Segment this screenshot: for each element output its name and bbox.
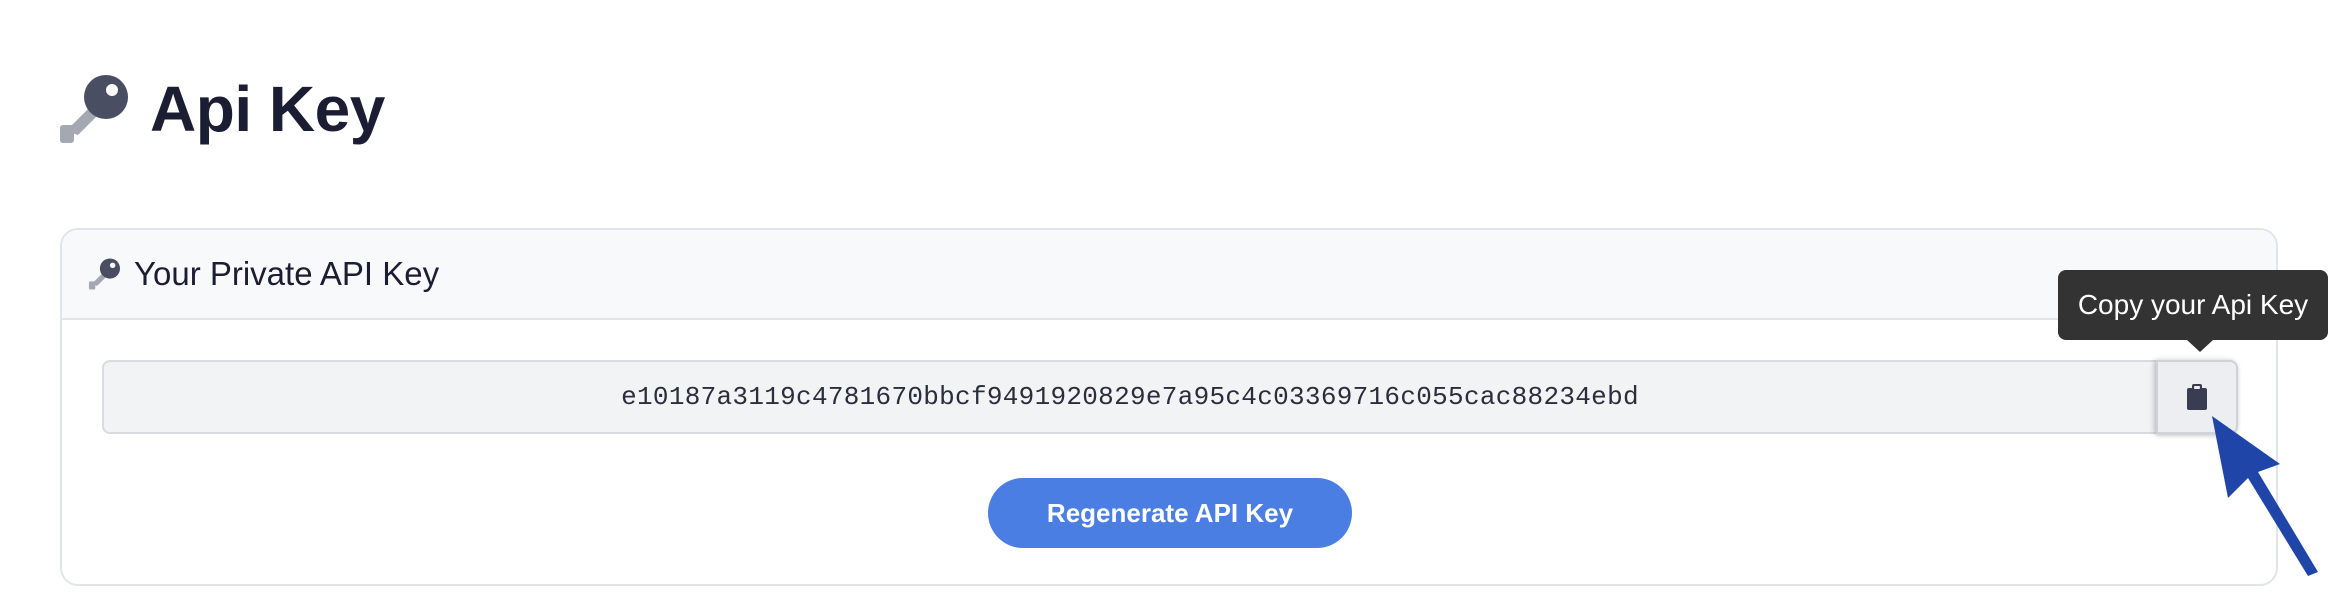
clipboard-icon xyxy=(2187,384,2207,410)
page-header: Api Key xyxy=(58,64,385,154)
api-key-field[interactable]: e10187a3119c4781670bbcf9491920829e7a95c4… xyxy=(102,360,2156,434)
card-title: Your Private API Key xyxy=(134,255,440,292)
regenerate-api-key-button[interactable]: Regenerate API Key xyxy=(988,478,1352,548)
pointer-arrow-icon xyxy=(2212,416,2318,576)
key-icon xyxy=(60,75,128,143)
page-title: Api Key xyxy=(150,73,385,145)
tooltip-arrow xyxy=(2187,340,2213,352)
api-key-input-group: e10187a3119c4781670bbcf9491920829e7a95c4… xyxy=(102,360,2238,434)
card-header: Your Private API Key xyxy=(62,230,2276,320)
key-icon xyxy=(88,258,120,290)
copy-tooltip: Copy your Api Key xyxy=(2058,270,2328,340)
